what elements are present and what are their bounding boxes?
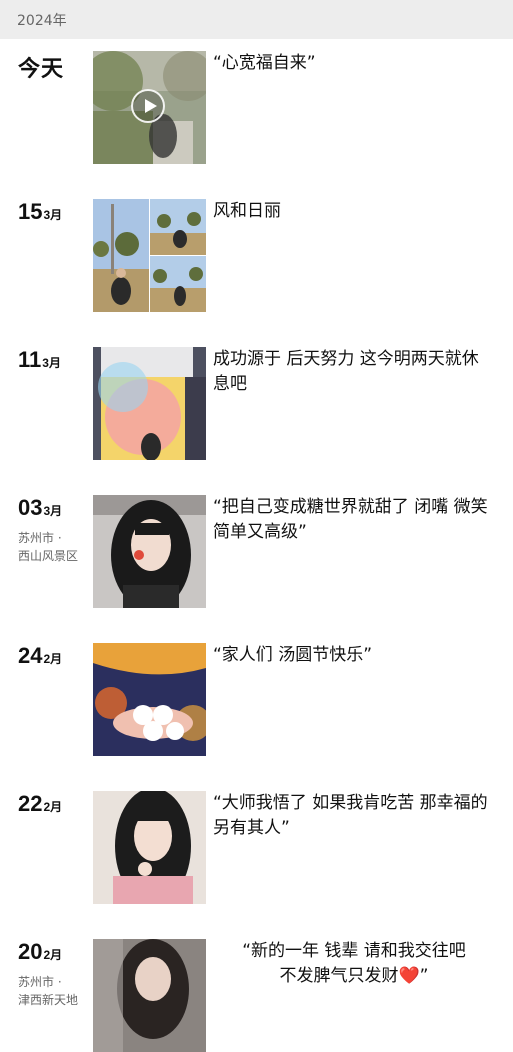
day-number: 11	[18, 347, 42, 372]
photo-image	[93, 643, 206, 756]
photo-image	[150, 256, 206, 312]
month-label: 3月	[43, 504, 63, 518]
video-thumbnail[interactable]	[93, 51, 206, 164]
day-number: 22	[18, 791, 43, 816]
month-label: 2月	[43, 800, 63, 814]
photo-thumbnail[interactable]	[93, 495, 206, 608]
month-label: 2月	[43, 652, 63, 666]
date-label: 今天	[18, 51, 64, 83]
photo-thumbnail[interactable]	[150, 199, 206, 255]
post-caption[interactable]: “家人们 汤圆节快乐”	[213, 643, 495, 668]
photo-thumbnail[interactable]	[93, 791, 206, 904]
location-label[interactable]: 苏州市 · 西山风景区	[18, 529, 90, 565]
photo-thumbnail[interactable]	[93, 643, 206, 756]
play-icon[interactable]	[131, 89, 165, 123]
date-label: 242月	[18, 643, 62, 669]
date-label: 202月	[18, 939, 62, 965]
date-label: 153月	[18, 199, 62, 225]
post-caption[interactable]: 风和日丽	[213, 199, 495, 224]
day-number: 20	[18, 939, 43, 964]
day-number: 03	[18, 495, 43, 520]
photo-thumbnail[interactable]	[93, 939, 206, 1052]
date-label: 033月	[18, 495, 62, 521]
location-place: 津西新天地	[18, 993, 79, 1007]
date-label: 113月	[18, 347, 61, 373]
post-caption[interactable]: “大师我悟了 如果我肯吃苦 那幸福的另有其人”	[213, 791, 495, 841]
location-city: 苏州市 ·	[18, 531, 62, 545]
month-label: 3月	[42, 356, 61, 370]
post-caption[interactable]: 成功源于 后天努力 这今明两天就休息吧	[213, 347, 495, 397]
location-city: 苏州市 ·	[18, 975, 62, 989]
photo-image	[93, 199, 149, 312]
date-label: 222月	[18, 791, 62, 817]
photo-image	[93, 495, 206, 608]
post-caption[interactable]: “新的一年 钱辈 请和我交往吧 不发脾气只发财❤️”	[218, 939, 490, 989]
day-number: 24	[18, 643, 43, 668]
post-caption[interactable]: “把自己变成糖世界就甜了 闭嘴 微笑 简单又高级”	[213, 495, 495, 545]
caption-line: “新的一年 钱辈 请和我交往吧	[242, 941, 466, 961]
post-caption[interactable]: “心宽福自来”	[213, 51, 495, 76]
year-header: 2024年	[0, 0, 513, 39]
today-label: 今天	[18, 56, 65, 81]
caption-quote: ”	[419, 966, 429, 986]
day-number: 15	[18, 199, 43, 224]
photo-image	[93, 939, 206, 1052]
month-label: 3月	[43, 208, 63, 222]
photo-image	[93, 347, 206, 460]
location-place: 西山风景区	[18, 549, 79, 563]
heart-emoji: ❤️	[398, 966, 420, 986]
year-label: 2024年	[17, 12, 67, 29]
photo-thumbnail[interactable]	[93, 199, 149, 312]
photo-grid[interactable]	[93, 199, 206, 312]
photo-image	[93, 791, 206, 904]
location-label[interactable]: 苏州市 · 津西新天地	[18, 973, 90, 1009]
photo-thumbnail[interactable]	[93, 347, 206, 460]
photo-image	[150, 199, 206, 255]
month-label: 2月	[43, 948, 63, 962]
caption-line: 不发脾气只发财	[279, 966, 399, 986]
photo-thumbnail[interactable]	[150, 256, 206, 312]
